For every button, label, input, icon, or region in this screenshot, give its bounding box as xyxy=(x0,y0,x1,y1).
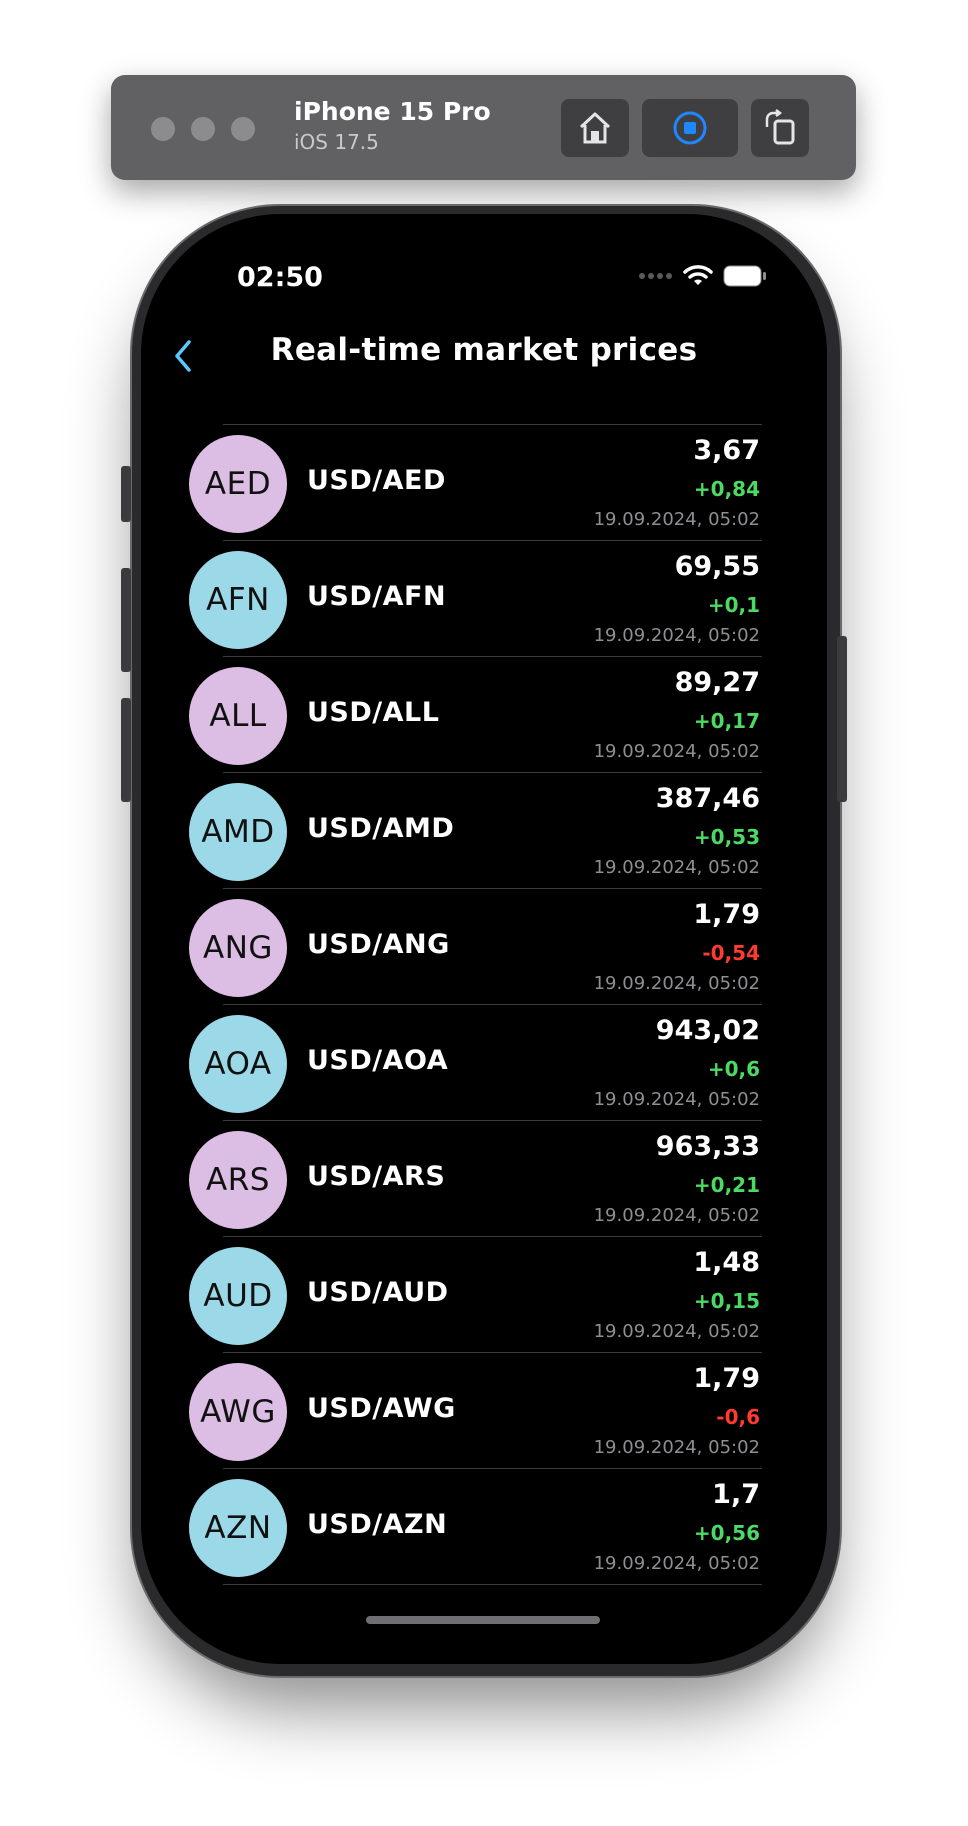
rotate-button[interactable] xyxy=(751,99,809,157)
currency-badge: AED xyxy=(189,435,287,533)
list-item[interactable]: AFN USD/AFN 69,55 +0,1 19.09.2024, 05:02 xyxy=(141,541,827,657)
rate-change: -0,6 xyxy=(716,1405,760,1429)
currency-pair: USD/AZN xyxy=(307,1509,448,1540)
currency-pair: USD/AUD xyxy=(307,1277,449,1308)
currency-pair: USD/AFN xyxy=(307,581,447,612)
side-button[interactable] xyxy=(837,636,847,802)
currency-pair: USD/ALL xyxy=(307,697,440,728)
rate-price: 1,79 xyxy=(693,899,760,930)
currency-badge: AZN xyxy=(189,1479,287,1577)
simulator-toolbar: iPhone 15 Pro iOS 17.5 xyxy=(111,75,856,180)
window-close-dot[interactable] xyxy=(151,117,175,141)
list-item[interactable]: ALL USD/ALL 89,27 +0,17 19.09.2024, 05:02 xyxy=(141,657,827,773)
rate-timestamp: 19.09.2024, 05:02 xyxy=(593,857,760,878)
rate-timestamp: 19.09.2024, 05:02 xyxy=(593,1437,760,1458)
rate-change: +0,6 xyxy=(707,1057,760,1081)
list-item[interactable]: AMD USD/AMD 387,46 +0,53 19.09.2024, 05:02 xyxy=(141,773,827,889)
home-button[interactable] xyxy=(561,99,629,157)
rate-change: -0,54 xyxy=(702,941,760,965)
volume-down-button[interactable] xyxy=(121,698,131,802)
currency-badge: AUD xyxy=(189,1247,287,1345)
rate-price: 3,67 xyxy=(693,435,760,466)
currency-badge: AWG xyxy=(189,1363,287,1461)
rate-timestamp: 19.09.2024, 05:02 xyxy=(593,509,760,530)
rate-timestamp: 19.09.2024, 05:02 xyxy=(593,1321,760,1342)
rate-price: 963,33 xyxy=(655,1131,760,1162)
wifi-icon xyxy=(683,265,713,285)
currency-pair: USD/AOA xyxy=(307,1045,449,1076)
status-time: 02:50 xyxy=(237,262,323,293)
currency-pair: USD/ARS xyxy=(307,1161,446,1192)
rate-change: +0,84 xyxy=(693,477,760,501)
rate-price: 89,27 xyxy=(674,667,760,698)
status-indicators xyxy=(639,264,767,288)
currency-badge: AOA xyxy=(189,1015,287,1113)
currency-pair: USD/AED xyxy=(307,465,446,496)
list-item[interactable]: ANG USD/ANG 1,79 -0,54 19.09.2024, 05:02 xyxy=(141,889,827,1005)
record-button[interactable] xyxy=(642,99,738,157)
rate-change: +0,17 xyxy=(693,709,760,733)
currency-badge: ALL xyxy=(189,667,287,765)
cellular-signal-icon xyxy=(639,273,672,279)
currency-pair: USD/AWG xyxy=(307,1393,456,1424)
currency-badge: ARS xyxy=(189,1131,287,1229)
rate-change: +0,56 xyxy=(693,1521,760,1545)
currency-pair: USD/AMD xyxy=(307,813,455,844)
rate-change: +0,53 xyxy=(693,825,760,849)
list-item[interactable]: AOA USD/AOA 943,02 +0,6 19.09.2024, 05:02 xyxy=(141,1005,827,1121)
list-item[interactable]: AWG USD/AWG 1,79 -0,6 19.09.2024, 05:02 xyxy=(141,1353,827,1469)
action-button[interactable] xyxy=(121,466,131,522)
volume-up-button[interactable] xyxy=(121,568,131,672)
rate-timestamp: 19.09.2024, 05:02 xyxy=(593,1089,760,1110)
rate-price: 1,79 xyxy=(693,1363,760,1394)
window-minimize-dot[interactable] xyxy=(191,117,215,141)
list-divider xyxy=(223,1584,762,1585)
rate-price: 1,7 xyxy=(712,1479,760,1510)
list-item[interactable]: ARS USD/ARS 963,33 +0,21 19.09.2024, 05:02 xyxy=(141,1121,827,1237)
simulator-device-name: iPhone 15 Pro xyxy=(294,97,491,126)
simulator-os-version: iOS 17.5 xyxy=(294,130,379,154)
window-zoom-dot[interactable] xyxy=(231,117,255,141)
currency-badge: ANG xyxy=(189,899,287,997)
currency-badge: AFN xyxy=(189,551,287,649)
home-icon xyxy=(579,112,611,144)
rate-timestamp: 19.09.2024, 05:02 xyxy=(593,741,760,762)
page-title: Real-time market prices xyxy=(270,332,698,368)
phone-screen: 02:50 Real-time market prices AED USD/AED… xyxy=(141,214,827,1664)
currency-badge: AMD xyxy=(189,783,287,881)
rate-timestamp: 19.09.2024, 05:02 xyxy=(593,625,760,646)
rate-price: 387,46 xyxy=(655,783,760,814)
rotate-icon xyxy=(765,109,795,145)
home-indicator[interactable] xyxy=(366,1616,600,1624)
rate-change: +0,21 xyxy=(693,1173,760,1197)
rate-timestamp: 19.09.2024, 05:02 xyxy=(593,973,760,994)
rate-price: 943,02 xyxy=(655,1015,760,1046)
rate-timestamp: 19.09.2024, 05:02 xyxy=(593,1553,760,1574)
currency-pair: USD/ANG xyxy=(307,929,450,960)
rate-price: 69,55 xyxy=(674,551,760,582)
record-icon xyxy=(673,111,707,145)
rate-price: 1,48 xyxy=(693,1247,760,1278)
rate-change: +0,1 xyxy=(707,593,760,617)
rate-timestamp: 19.09.2024, 05:02 xyxy=(593,1205,760,1226)
list-item[interactable]: AZN USD/AZN 1,7 +0,56 19.09.2024, 05:02 xyxy=(141,1469,827,1585)
list-item[interactable]: AUD USD/AUD 1,48 +0,15 19.09.2024, 05:02 xyxy=(141,1237,827,1353)
rate-change: +0,15 xyxy=(693,1289,760,1313)
list-item[interactable]: AED USD/AED 3,67 +0,84 19.09.2024, 05:02 xyxy=(141,425,827,541)
battery-icon xyxy=(723,265,766,287)
